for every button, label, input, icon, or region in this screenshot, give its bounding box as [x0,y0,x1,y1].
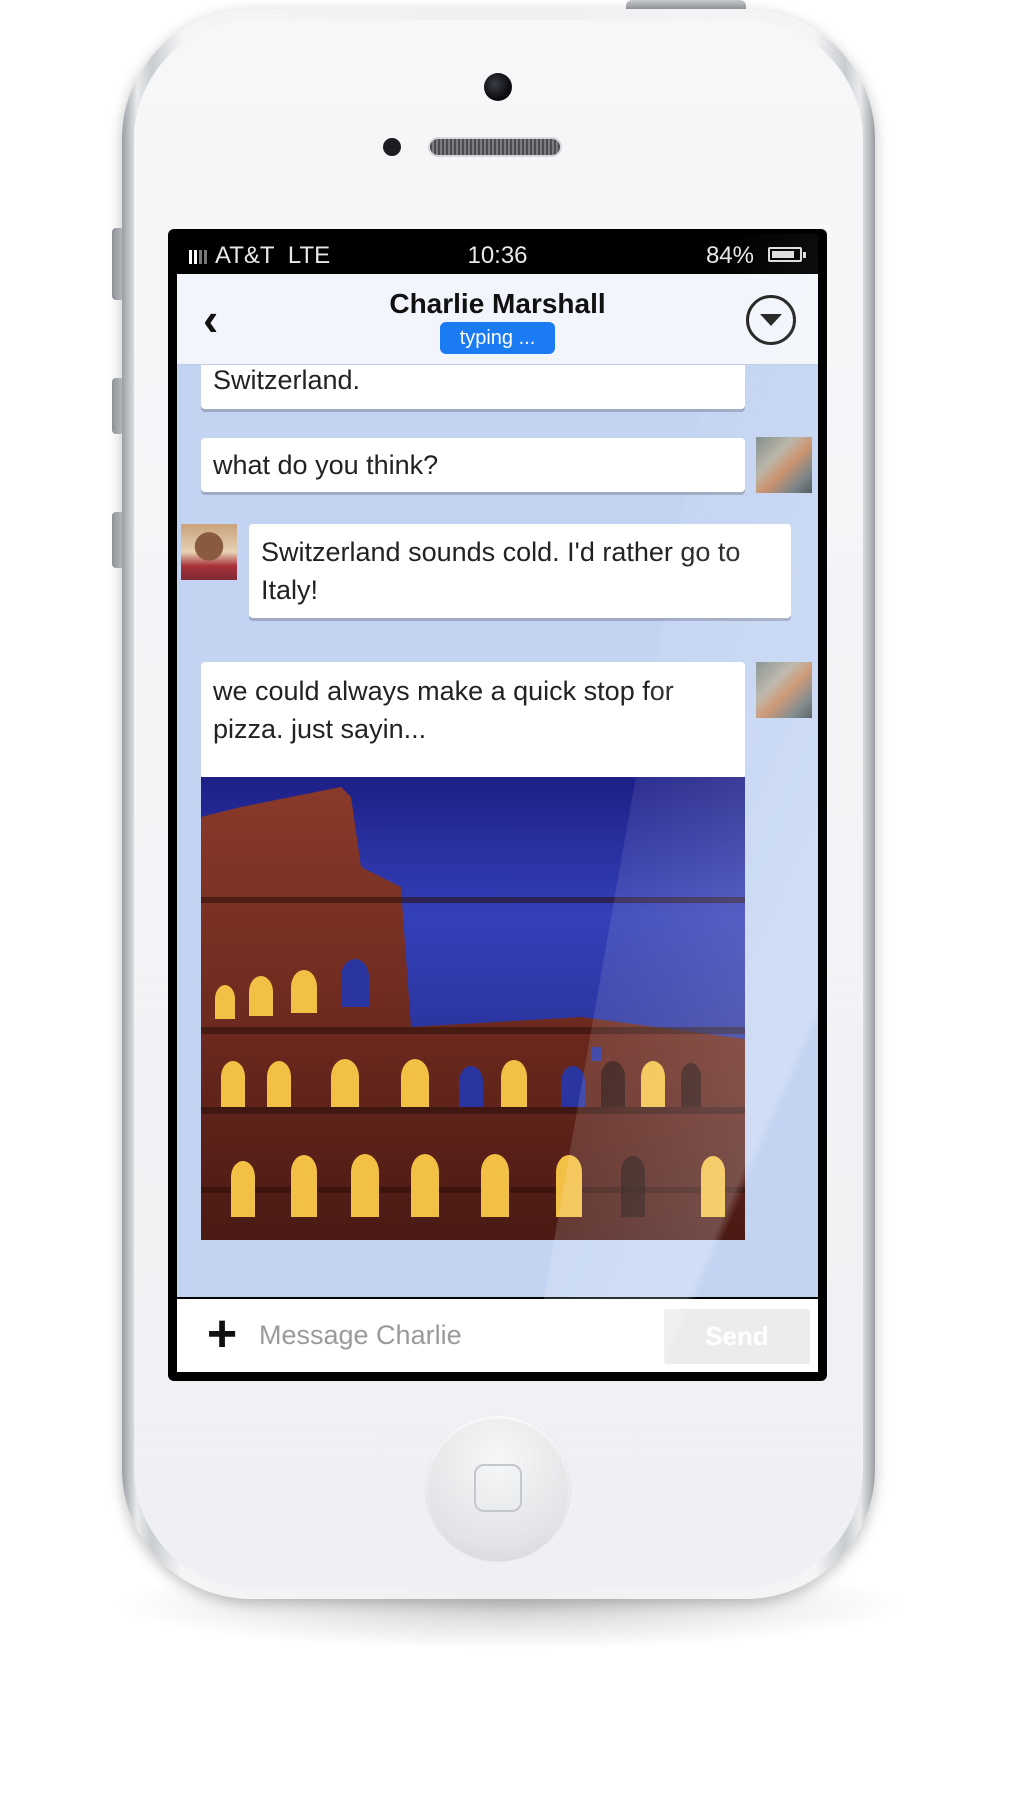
charlie-avatar[interactable] [181,524,237,580]
front-camera [484,73,512,101]
conversation-header: ‹ Charlie Marshall typing ... [177,274,818,365]
send-button[interactable]: Send [664,1309,810,1364]
phone-screen: AT&T LTE 10:36 84% ‹ Charlie Marshall ty… [177,234,818,1372]
message-text: we could always make a quick stop for pi… [213,676,674,744]
message-text: Switzerland sounds cold. I'd rather go t… [261,537,741,605]
message-bubble: we could always make a quick stop for pi… [201,662,745,778]
message-text: Switzerland. [213,365,361,395]
message-text: what do you think? [213,450,439,480]
proximity-sensor [383,138,401,156]
message-bubble: Switzerland sounds cold. I'd rather go t… [249,524,791,618]
home-square-icon [474,1464,522,1512]
plus-icon[interactable]: + [197,1308,247,1360]
home-button[interactable] [426,1416,570,1560]
message-bubble: what do you think? [201,438,745,492]
earpiece-speaker [428,137,562,157]
my-avatar[interactable] [756,662,812,718]
my-avatar[interactable] [756,437,812,493]
colosseum-photo[interactable] [201,777,745,1240]
battery-percent: 84% [705,242,754,269]
status-bar: AT&T LTE 10:36 84% [177,234,818,274]
message-list[interactable]: Switzerland. what do you think? Switzerl… [177,365,818,1240]
chevron-down-circle-icon[interactable] [746,295,796,345]
colosseum-image [201,787,745,1240]
message-bubble: Switzerland. [201,365,745,409]
message-composer: + Send [177,1297,818,1372]
battery-icon [768,247,806,262]
contact-name[interactable]: Charlie Marshall [177,288,818,320]
message-input[interactable] [257,1311,661,1359]
typing-indicator: typing ... [440,322,555,354]
